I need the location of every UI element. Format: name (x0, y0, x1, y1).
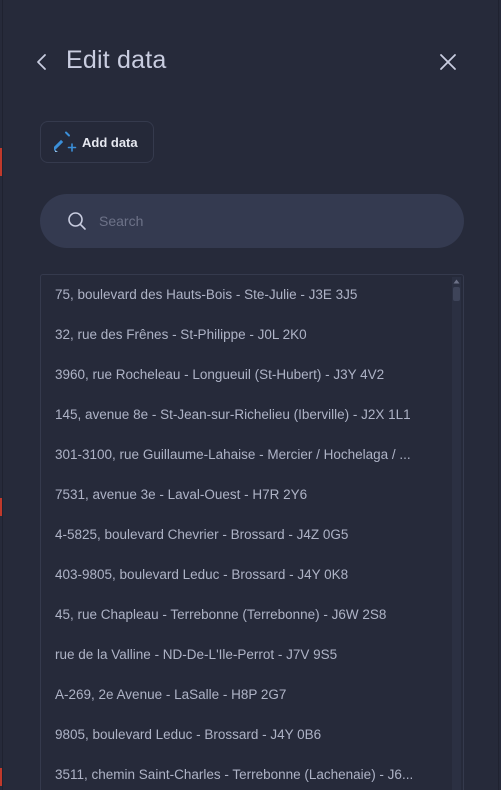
list-item[interactable]: 403-9805, boulevard Leduc - Brossard - J… (41, 555, 463, 595)
scroll-up-arrow-icon[interactable] (452, 277, 461, 285)
list-item[interactable]: 301-3100, rue Guillaume-Lahaise - Mercie… (41, 435, 463, 475)
search-input[interactable] (97, 212, 431, 230)
scrollbar-thumb[interactable] (453, 287, 460, 301)
list-scrollbar[interactable] (452, 277, 461, 790)
list-item[interactable]: 3511, chemin Saint-Charles - Terrebonne … (41, 755, 463, 790)
list-item[interactable]: 32, rue des Frênes - St-Philippe - J0L 2… (41, 315, 463, 355)
pencil-plus-icon (54, 131, 77, 152)
panel-header: Edit data (3, 40, 498, 84)
list-item[interactable]: A-269, 2e Avenue - LaSalle - H8P 2G7 (41, 675, 463, 715)
list-item[interactable]: 45, rue Chapleau - Terrebonne (Terrebonn… (41, 595, 463, 635)
list-item[interactable]: 9805, boulevard Leduc - Brossard - J4Y 0… (41, 715, 463, 755)
address-list-items: 75, boulevard des Hauts-Bois - Ste-Julie… (41, 275, 463, 790)
chevron-left-icon (37, 54, 46, 70)
list-item[interactable]: 145, avenue 8e - St-Jean-sur-Richelieu (… (41, 395, 463, 435)
search-bar[interactable] (40, 194, 464, 248)
list-item[interactable]: 7531, avenue 3e - Laval-Ouest - H7R 2Y6 (41, 475, 463, 515)
back-button[interactable] (31, 50, 53, 74)
add-data-button[interactable]: Add data (40, 121, 154, 163)
list-item[interactable]: 4-5825, boulevard Chevrier - Brossard - … (41, 515, 463, 555)
add-data-label: Add data (82, 134, 138, 150)
list-item[interactable]: rue de la Valline - ND-De-L'Ile-Perrot -… (41, 635, 463, 675)
close-button[interactable] (436, 50, 460, 74)
search-icon (68, 212, 86, 230)
list-item[interactable]: 75, boulevard des Hauts-Bois - Ste-Julie… (41, 275, 463, 315)
close-icon (440, 54, 456, 70)
list-item[interactable]: 3960, rue Rocheleau - Longueuil (St-Hube… (41, 355, 463, 395)
edit-data-panel: Edit data Add data 75, boulevard des Hau… (2, 0, 499, 790)
page-title: Edit data (66, 46, 167, 74)
address-list: 75, boulevard des Hauts-Bois - Ste-Julie… (40, 274, 464, 790)
